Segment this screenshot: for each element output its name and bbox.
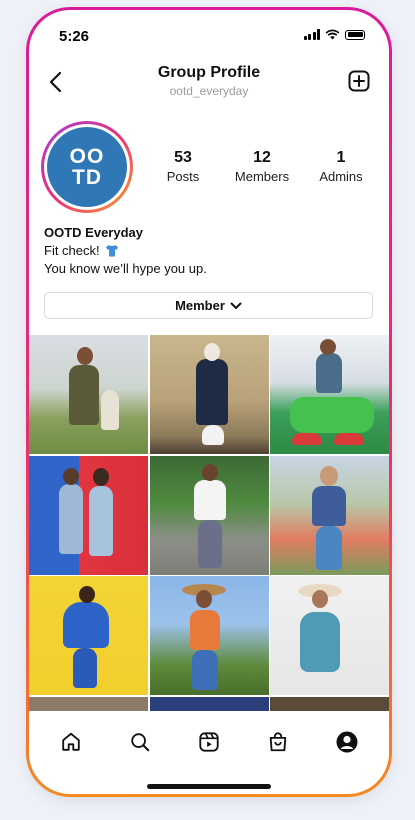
member-button-label: Member (175, 298, 225, 313)
home-icon (62, 732, 81, 751)
stat-posts-value: 53 (174, 149, 192, 166)
add-post-icon[interactable] (347, 69, 371, 93)
stat-posts[interactable]: 53 Posts (143, 149, 223, 184)
group-handle: ootd_everyday (169, 84, 249, 98)
phone-frame: 5:26 Group Profile ootd_everyday OO TD 5… (26, 7, 392, 797)
grid-photo[interactable] (270, 576, 389, 695)
tab-search[interactable] (127, 729, 153, 755)
group-name: OOTD Everyday (44, 225, 143, 240)
grid-photo[interactable] (29, 696, 148, 711)
grid-photo[interactable] (149, 335, 269, 454)
bottom-tab-bar (29, 722, 389, 762)
search-icon (131, 733, 150, 752)
grid-photo[interactable] (149, 455, 269, 575)
tshirt-emoji-icon (106, 245, 119, 257)
home-indicator[interactable] (147, 784, 271, 789)
stat-members-value: 12 (253, 149, 271, 166)
stat-posts-label: Posts (166, 169, 200, 184)
stat-members[interactable]: 12 Members (222, 149, 302, 184)
status-icons (303, 29, 365, 40)
bio-line-1: Fit check! (44, 242, 207, 260)
grid-photo[interactable] (149, 576, 269, 695)
bio-line-2: You know we’ll hype you up. (44, 261, 207, 276)
group-avatar[interactable]: OO TD (41, 121, 133, 213)
grid-photo[interactable] (29, 455, 148, 575)
avatar-text-line2: TD (72, 166, 102, 189)
shop-icon (269, 732, 287, 752)
reels-icon (199, 732, 219, 752)
stat-members-label: Members (234, 169, 290, 184)
grid-photo[interactable] (270, 335, 389, 454)
signal-icon (303, 29, 320, 40)
grid-photo[interactable] (270, 455, 389, 575)
avatar-text-line1: OO (69, 145, 105, 168)
tab-shop[interactable] (265, 729, 291, 755)
tab-home[interactable] (58, 729, 84, 755)
member-dropdown-button[interactable]: Member (44, 292, 373, 319)
avatar-badge: OO TD (47, 127, 127, 207)
group-bio: OOTD Everyday Fit check! You know we’ll … (44, 224, 207, 278)
stat-admins-label: Admins (319, 169, 363, 184)
grid-photo[interactable] (29, 335, 148, 454)
post-grid (29, 335, 389, 711)
bio-line-1-text: Fit check! (44, 243, 100, 258)
stat-admins-value: 1 (336, 149, 346, 166)
battery-icon (345, 29, 365, 40)
wifi-icon (325, 29, 340, 40)
status-time: 5:26 (59, 28, 90, 45)
tab-reels[interactable] (196, 729, 222, 755)
stat-admins[interactable]: 1 Admins (301, 149, 381, 184)
grid-photo[interactable] (29, 576, 148, 695)
grid-photo[interactable] (149, 696, 269, 711)
chevron-down-icon (230, 302, 242, 309)
grid-photo[interactable] (270, 696, 389, 711)
app-screen: 5:26 Group Profile ootd_everyday OO TD 5… (29, 10, 389, 794)
profile-icon (336, 731, 358, 753)
tab-profile[interactable] (334, 729, 360, 755)
page-title: Group Profile (157, 64, 261, 81)
